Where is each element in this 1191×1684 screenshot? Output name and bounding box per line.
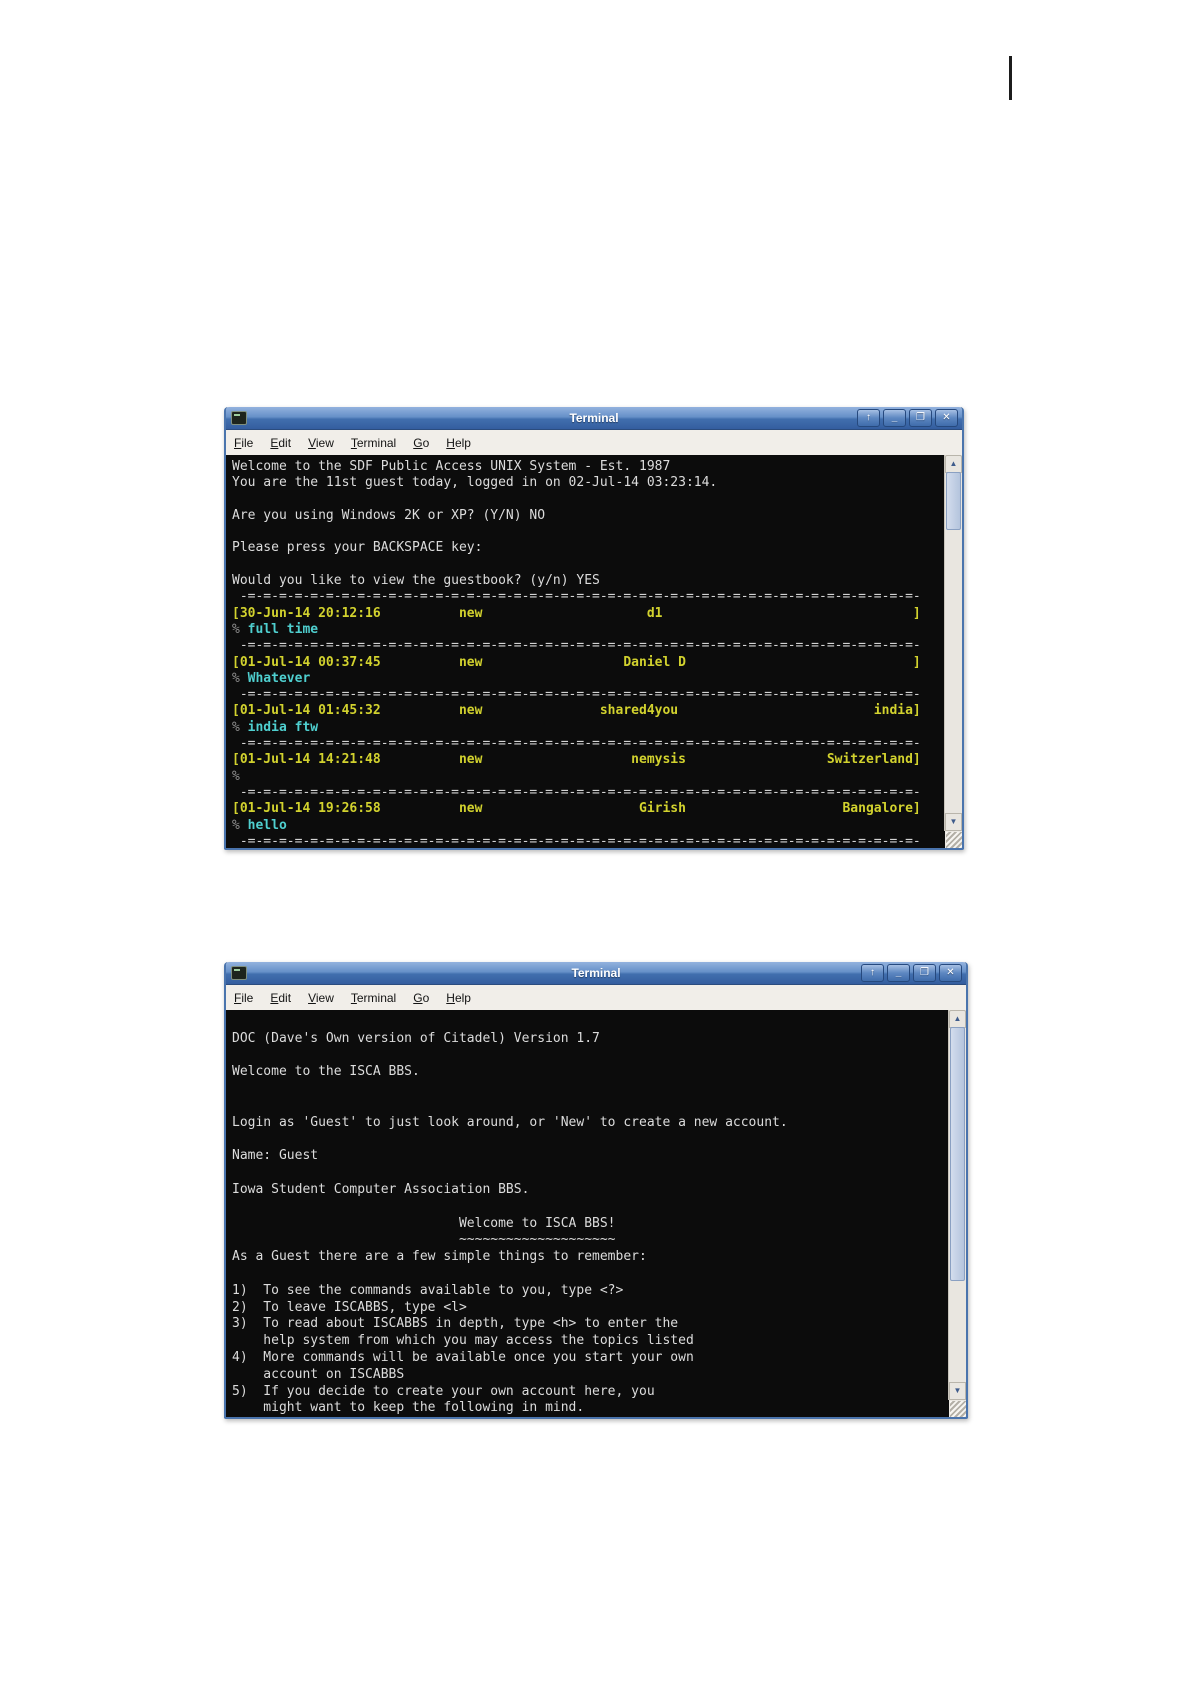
- scroll-up-icon[interactable]: ▲: [949, 1010, 966, 1028]
- menu-go[interactable]: Go: [413, 436, 429, 450]
- resize-grip[interactable]: [946, 832, 962, 848]
- terminal-line: -=-=-=-=-=-=-=-=-=-=-=-=-=-=-=-=-=-=-=-=…: [232, 736, 921, 752]
- maximize-button[interactable]: ❐: [913, 964, 936, 982]
- terminal-line: [01-Jul-14 00:37:45 new Daniel D ]: [232, 654, 921, 670]
- menu-view[interactable]: View: [308, 436, 334, 450]
- terminal-icon: [231, 411, 247, 425]
- terminal-line: -=-=-=-=-=-=-=-=-=-=-=-=-=-=-=-=-=-=-=-=…: [232, 638, 921, 654]
- terminal-line: % Whatever: [232, 670, 311, 686]
- scroll-up-icon[interactable]: ▲: [945, 455, 962, 473]
- menu-help[interactable]: Help: [446, 991, 471, 1005]
- close-button[interactable]: ✕: [939, 964, 962, 982]
- window-buttons: ↑ _ ❐ ✕: [857, 409, 958, 427]
- menu-file[interactable]: File: [234, 991, 253, 1005]
- terminal-line: -=-=-=-=-=-=-=-=-=-=-=-=-=-=-=-=-=-=-=-=…: [232, 784, 921, 800]
- terminal-line: Would you like to view the guestbook? (y…: [232, 573, 600, 589]
- window-title: Terminal: [571, 966, 621, 980]
- scroll-down-icon[interactable]: ▼: [949, 1382, 966, 1400]
- terminal-window-sdf: Terminal ↑ _ ❐ ✕ File Edit View Terminal Go H…: [224, 407, 964, 850]
- window-title: Terminal: [569, 411, 619, 425]
- terminal-icon: [231, 966, 247, 980]
- terminal-line: Please press your BACKSPACE key:: [232, 540, 483, 556]
- menu-edit[interactable]: Edit: [270, 991, 291, 1005]
- terminal-line: Are you using Windows 2K or XP? (Y/N) NO: [232, 507, 546, 523]
- terminal-line: Welcome to ISCA BBS!: [232, 1215, 616, 1231]
- terminal-line: Welcome to the ISCA BBS.: [232, 1064, 420, 1080]
- terminal-line: DOC (Dave's Own version of Citadel) Vers…: [232, 1030, 600, 1046]
- terminal-line: Iowa Student Computer Association BBS.: [232, 1181, 530, 1197]
- terminal-line: You are the 11st guest today, logged in …: [232, 475, 718, 491]
- title-bar[interactable]: Terminal ↑ _ ❐ ✕: [226, 407, 962, 430]
- page-edge-marker: [1009, 56, 1012, 100]
- rollup-button[interactable]: ↑: [857, 409, 880, 427]
- menu-edit[interactable]: Edit: [270, 436, 291, 450]
- terminal-line: [01-Jul-14 14:21:48 new nemysis Switzerl…: [232, 752, 921, 768]
- minimize-button[interactable]: _: [887, 964, 910, 982]
- terminal-line: -=-=-=-=-=-=-=-=-=-=-=-=-=-=-=-=-=-=-=-=…: [232, 589, 921, 605]
- menu-file[interactable]: File: [234, 436, 253, 450]
- scroll-down-icon[interactable]: ▼: [945, 813, 962, 831]
- terminal-line: % hello: [232, 817, 287, 833]
- window-buttons: ↑ _ ❐ ✕: [861, 964, 962, 982]
- scrollbar-thumb[interactable]: [950, 1027, 965, 1281]
- terminal-line: ~~~~~~~~~~~~~~~~~~~~: [232, 1232, 616, 1248]
- terminal-line: Login as 'Guest' to just look around, or…: [232, 1114, 788, 1130]
- terminal-line: might want to keep the following in mind…: [232, 1400, 585, 1416]
- title-bar[interactable]: Terminal ↑ _ ❐ ✕: [226, 962, 966, 985]
- menu-go[interactable]: Go: [413, 991, 429, 1005]
- minimize-button[interactable]: _: [883, 409, 906, 427]
- menu-terminal[interactable]: Terminal: [351, 991, 396, 1005]
- terminal-line: % india ftw: [232, 719, 319, 735]
- terminal-line: 4) More commands will be available once …: [232, 1349, 694, 1365]
- terminal-line: As a Guest there are a few simple things…: [232, 1249, 647, 1265]
- terminal-line: -=-=-=-=-=-=-=-=-=-=-=-=-=-=-=-=-=-=-=-=…: [232, 687, 921, 703]
- terminal-screen[interactable]: DOC (Dave's Own version of Citadel) Vers…: [226, 1010, 949, 1417]
- menu-bar: File Edit View Terminal Go Help: [226, 985, 966, 1011]
- terminal-line: account on ISCABBS: [232, 1366, 405, 1382]
- terminal-line: %: [232, 768, 240, 784]
- menu-terminal[interactable]: Terminal: [351, 436, 396, 450]
- resize-grip[interactable]: [950, 1401, 966, 1417]
- menu-help[interactable]: Help: [446, 436, 471, 450]
- terminal-line: % full time: [232, 621, 319, 637]
- terminal-line: -=-=-=-=-=-=-=-=-=-=-=-=-=-=-=-=-=-=-=-=…: [232, 833, 921, 848]
- terminal-line: 1) To see the commands available to you,…: [232, 1282, 624, 1298]
- terminal-line: 2) To leave ISCABBS, type <l>: [232, 1299, 467, 1315]
- rollup-button[interactable]: ↑: [861, 964, 884, 982]
- document-page: { "page": { "marker_present": true }, "c…: [0, 0, 1191, 1684]
- terminal-line: help system from which you may access th…: [232, 1333, 694, 1349]
- maximize-button[interactable]: ❐: [909, 409, 932, 427]
- scrollbar[interactable]: ▲ ▼: [944, 455, 962, 831]
- terminal-line: 3) To read about ISCABBS in depth, type …: [232, 1316, 679, 1332]
- scrollbar-thumb[interactable]: [946, 472, 961, 530]
- close-button[interactable]: ✕: [935, 409, 958, 427]
- menu-view[interactable]: View: [308, 991, 334, 1005]
- terminal-line: 5) If you decide to create your own acco…: [232, 1383, 655, 1399]
- scrollbar[interactable]: ▲ ▼: [948, 1010, 966, 1400]
- menu-bar: File Edit View Terminal Go Help: [226, 430, 962, 456]
- terminal-line: [30-Jun-14 20:12:16 new d1 ]: [232, 605, 921, 621]
- terminal-window-isca: Terminal ↑ _ ❐ ✕ File Edit View Terminal Go H…: [224, 962, 968, 1419]
- terminal-line: Name: Guest: [232, 1148, 319, 1164]
- terminal-line: [01-Jul-14 01:45:32 new shared4you india…: [232, 703, 921, 719]
- terminal-line: Welcome to the SDF Public Access UNIX Sy…: [232, 459, 671, 474]
- terminal-screen[interactable]: Welcome to the SDF Public Access UNIX Sy…: [226, 455, 945, 848]
- terminal-line: [01-Jul-14 19:26:58 new Girish Bangalore…: [232, 801, 921, 817]
